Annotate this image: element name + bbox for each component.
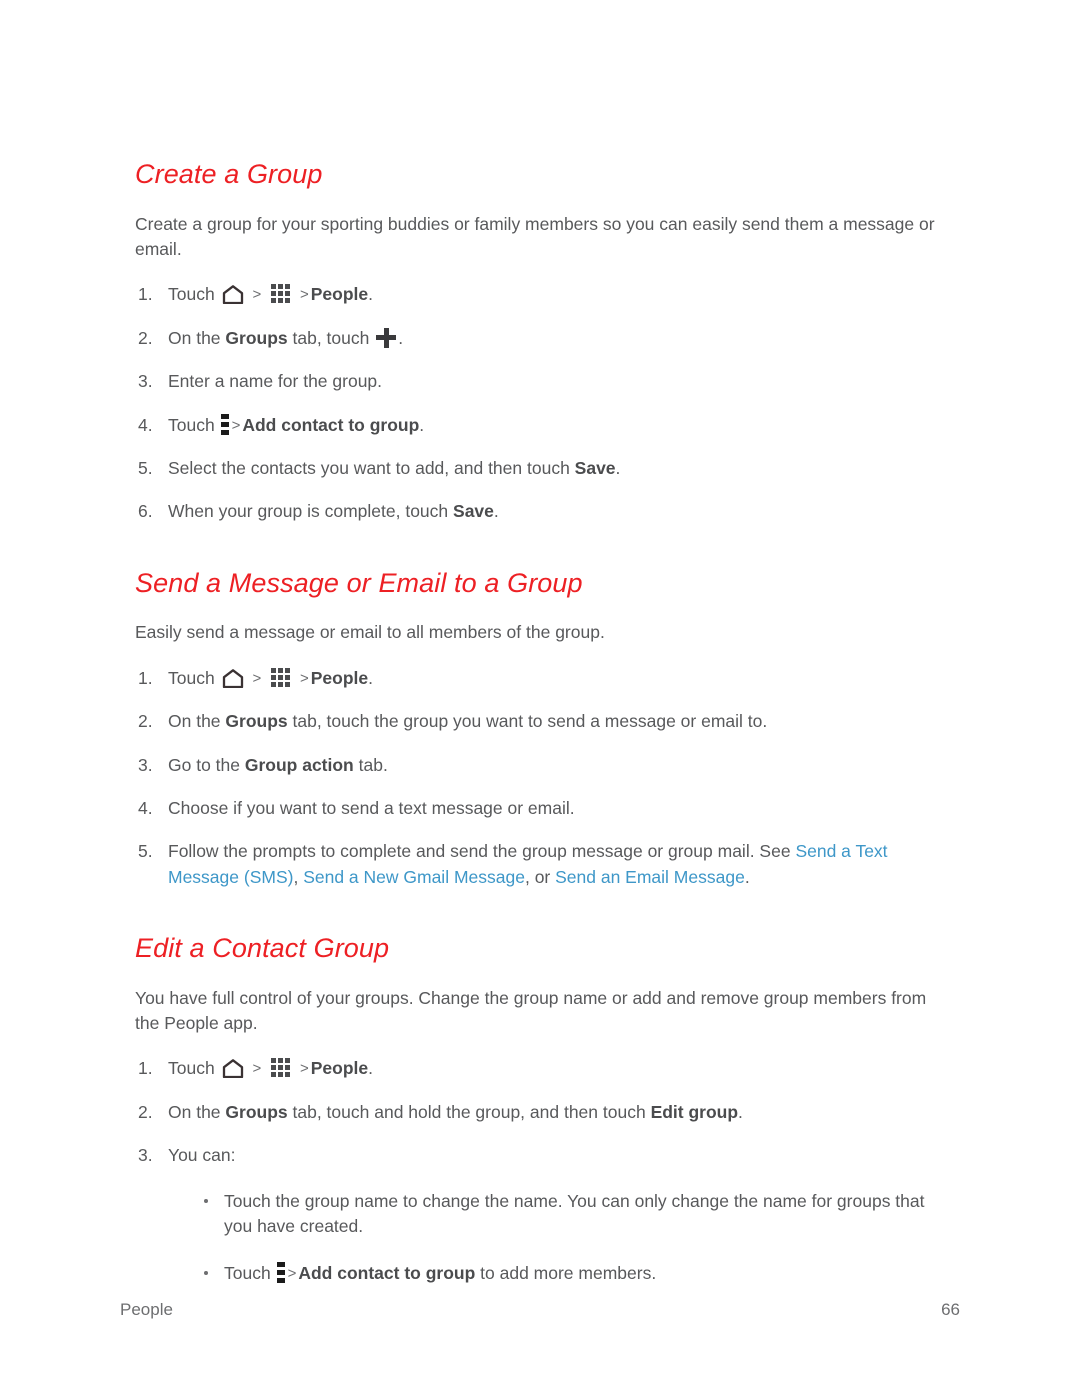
- link-separator: , or: [524, 866, 556, 887]
- step-item: Select the contacts you want to add, and…: [135, 456, 945, 482]
- step-bold-target: Save: [453, 501, 494, 522]
- step-text-pre: On the: [168, 1101, 226, 1122]
- step-text-pre: Touch: [168, 667, 215, 688]
- plus-icon[interactable]: [376, 327, 397, 348]
- step-item: Touch > > People.: [135, 1056, 945, 1082]
- step-list: Touch > > People. On the Groups tab, tou…: [135, 282, 945, 525]
- section-edit-a-contact-group: Edit a Contact Group You have full contr…: [135, 933, 945, 1287]
- step-text-pre: Touch: [168, 414, 215, 435]
- step-bold-target: People: [310, 1058, 369, 1079]
- overflow-menu-icon[interactable]: [276, 1262, 285, 1284]
- section-heading: Edit a Contact Group: [135, 933, 390, 963]
- step-text-pre: Follow the prompts to complete and send …: [168, 841, 796, 862]
- step-item: On the Groups tab, touch .: [135, 326, 945, 352]
- page-footer: People 66: [120, 1300, 960, 1324]
- step-text-mid: tab, touch and hold the group, and then …: [287, 1101, 651, 1122]
- step-text-post: tab.: [353, 754, 388, 775]
- step-text-post: .: [419, 414, 425, 435]
- step-text-post: .: [368, 284, 373, 305]
- step-item: Follow the prompts to complete and send …: [135, 839, 945, 890]
- apps-grid-icon[interactable]: [271, 284, 291, 304]
- section-intro: Create a group for your sporting buddies…: [135, 213, 935, 260]
- step-bold-target: People: [310, 284, 369, 305]
- step-item: On the Groups tab, touch and hold the gr…: [135, 1100, 945, 1126]
- step-bold-target: People: [310, 667, 369, 688]
- breadcrumb-separator: >: [299, 1060, 309, 1078]
- section-heading: Create a Group: [135, 159, 323, 189]
- step-text-post: .: [493, 501, 499, 522]
- breadcrumb-separator: >: [252, 1060, 262, 1078]
- step-item: Choose if you want to send a text messag…: [135, 796, 945, 822]
- step-text-post: .: [398, 327, 404, 348]
- section-intro: Easily send a message or email to all me…: [135, 622, 605, 643]
- step-text: You can:: [168, 1145, 236, 1166]
- page-content: Create a Group Create a group for your s…: [135, 159, 945, 1287]
- step-text-pre: Go to the: [168, 754, 245, 775]
- step-text-pre: When your group is complete, touch: [168, 501, 454, 522]
- footer-section-label: People: [120, 1300, 173, 1319]
- apps-grid-icon[interactable]: [271, 1058, 291, 1078]
- breadcrumb-separator: >: [287, 1265, 297, 1283]
- step-item: Touch > Add contact to group.: [135, 413, 945, 439]
- step-list: Touch > > People. On the Groups tab, tou…: [135, 666, 945, 890]
- section-intro: You have full control of your groups. Ch…: [135, 987, 927, 1034]
- list-item: Touch > Add contact to group to add more …: [196, 1261, 945, 1286]
- breadcrumb-separator: >: [252, 286, 262, 304]
- step-text-pre: Select the contacts you want to add, and…: [168, 457, 575, 478]
- step-list: Touch > > People. On the Groups tab, tou…: [135, 1056, 945, 1286]
- step-text-post: .: [615, 457, 621, 478]
- step-bold-target: Group action: [244, 754, 354, 775]
- section-heading: Send a Message or Email to a Group: [135, 567, 583, 598]
- step-bold-target: Groups: [225, 711, 288, 732]
- bullet-text-post: to add more members.: [475, 1263, 657, 1284]
- link-send-a-new-gmail-message[interactable]: Send a New Gmail Message: [303, 867, 525, 887]
- breadcrumb-separator: >: [231, 416, 241, 434]
- link-send-an-email-message[interactable]: Send an Email Message: [555, 867, 745, 887]
- step-text-post: .: [738, 1101, 743, 1122]
- step-item: Go to the Group action tab.: [135, 753, 945, 779]
- step-item: Touch > > People.: [135, 666, 945, 692]
- section-create-a-group: Create a Group Create a group for your s…: [135, 159, 945, 525]
- home-icon[interactable]: [222, 668, 244, 688]
- step-text-post: .: [744, 866, 750, 887]
- apps-grid-icon[interactable]: [271, 667, 291, 687]
- step-text-post: tab, touch the group you want to send a …: [287, 711, 768, 732]
- home-icon[interactable]: [222, 285, 244, 305]
- home-icon[interactable]: [222, 1059, 244, 1079]
- list-item: Touch the group name to change the name.…: [196, 1189, 945, 1240]
- step-text-pre: On the: [168, 327, 226, 348]
- breadcrumb-separator: >: [252, 669, 262, 687]
- step-text-post: .: [368, 667, 373, 688]
- step-bold-target-2: Edit group: [650, 1101, 739, 1122]
- bullet-text: Touch the group name to change the name.…: [224, 1190, 925, 1236]
- step-text: Choose if you want to send a text messag…: [168, 797, 575, 818]
- step-text-post: .: [368, 1058, 373, 1079]
- section-send-message-or-email: Send a Message or Email to a Group Easil…: [135, 567, 945, 890]
- step-bold-target: Add contact to group: [242, 414, 420, 435]
- step-item: When your group is complete, touch Save.: [135, 499, 945, 525]
- link-separator: ,: [293, 866, 304, 887]
- step-text-pre: Touch: [168, 284, 215, 305]
- breadcrumb-separator: >: [299, 669, 309, 687]
- footer-page-number: 66: [941, 1300, 960, 1319]
- step-text-mid: tab, touch: [287, 327, 375, 348]
- step-text: Enter a name for the group.: [168, 371, 383, 392]
- document-page: Create a Group Create a group for your s…: [0, 0, 1080, 1397]
- bullet-list: Touch the group name to change the name.…: [168, 1189, 945, 1287]
- step-item: You can: Touch the group name to change …: [135, 1143, 945, 1287]
- bullet-bold-target: Add contact to group: [298, 1263, 476, 1284]
- step-item: Enter a name for the group.: [135, 369, 945, 395]
- bullet-text-pre: Touch: [224, 1263, 271, 1284]
- step-bold-target: Groups: [225, 1101, 288, 1122]
- step-bold-target: Save: [574, 457, 616, 478]
- step-item: Touch > > People.: [135, 282, 945, 308]
- breadcrumb-separator: >: [299, 286, 309, 304]
- step-bold-target: Groups: [225, 327, 288, 348]
- step-text-pre: Touch: [168, 1058, 215, 1079]
- step-text-pre: On the: [168, 711, 226, 732]
- step-item: On the Groups tab, touch the group you w…: [135, 709, 945, 735]
- overflow-menu-icon[interactable]: [220, 413, 229, 436]
